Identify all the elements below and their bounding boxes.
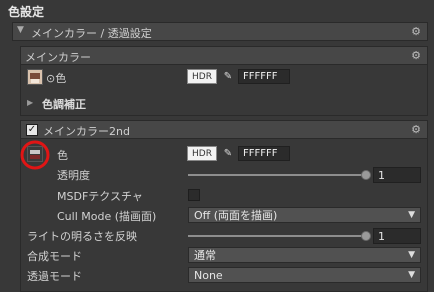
main-color-title: メインカラー	[25, 51, 91, 64]
second-color-label: 色	[57, 149, 68, 162]
cull-mode-label: Cull Mode (描画面)	[57, 210, 157, 223]
chevron-down-icon: ▼	[408, 210, 415, 220]
chevron-down-icon: ▼	[408, 270, 415, 280]
gear-icon[interactable]: ⚙	[411, 123, 421, 136]
blend-mode-label: 合成モード	[27, 250, 82, 263]
hex-color-field[interactable]: FFFFFF	[238, 69, 290, 84]
opacity-slider-handle[interactable]	[361, 170, 371, 180]
opacity-value-field[interactable]: 1	[373, 167, 421, 183]
section-title: メインカラー / 透過設定	[31, 27, 152, 40]
hdr-button[interactable]: HDR	[187, 146, 217, 161]
alpha-mode-value: None	[194, 269, 223, 282]
light-brightness-slider[interactable]	[188, 235, 366, 237]
highlight-circle	[20, 140, 50, 170]
collapse-arrow-icon[interactable]: ▼	[17, 25, 24, 35]
opacity-slider[interactable]	[188, 174, 366, 176]
texture-thumbnail-icon[interactable]	[27, 69, 43, 85]
cull-mode-dropdown[interactable]: Off (両面を描画) ▼	[188, 207, 421, 223]
hex-color-field[interactable]: FFFFFF	[238, 146, 290, 161]
panel-title: 色設定	[8, 5, 45, 19]
msdf-label: MSDFテクスチャ	[57, 190, 143, 203]
expand-arrow-icon[interactable]: ▶	[27, 98, 33, 107]
main-color-label: ⊙色	[46, 72, 67, 85]
enable-checkbox[interactable]: ✓	[26, 124, 38, 136]
light-brightness-value-field[interactable]: 1	[373, 228, 421, 244]
hdr-button[interactable]: HDR	[187, 69, 217, 84]
blend-mode-dropdown[interactable]: 通常 ▼	[188, 247, 421, 263]
cull-mode-value: Off (両面を描画)	[194, 209, 278, 222]
section-header-main-color-transparency[interactable]: ▼ メインカラー / 透過設定 ⚙	[12, 22, 428, 41]
alpha-mode-label: 透過モード	[27, 270, 82, 283]
opacity-label: 透明度	[57, 169, 90, 182]
light-brightness-label: ライトの明るさを反映	[27, 230, 137, 243]
gear-icon[interactable]: ⚙	[411, 25, 421, 38]
blend-mode-value: 通常	[194, 249, 216, 262]
eyedropper-icon[interactable]: ✎	[220, 69, 236, 84]
eyedropper-icon[interactable]: ✎	[220, 146, 236, 161]
tone-correction-foldout[interactable]: 色調補正	[42, 96, 86, 112]
chevron-down-icon: ▼	[408, 250, 415, 260]
main-color-2nd-title: メインカラー2nd	[43, 125, 130, 138]
alpha-mode-dropdown[interactable]: None ▼	[188, 267, 421, 283]
gear-icon[interactable]: ⚙	[411, 49, 421, 62]
light-brightness-slider-handle[interactable]	[361, 231, 371, 241]
main-color-2nd-header[interactable]: ✓ メインカラー2nd ⚙	[20, 120, 428, 139]
main-color-header[interactable]: メインカラー ⚙	[20, 46, 428, 65]
msdf-checkbox[interactable]	[188, 189, 200, 201]
